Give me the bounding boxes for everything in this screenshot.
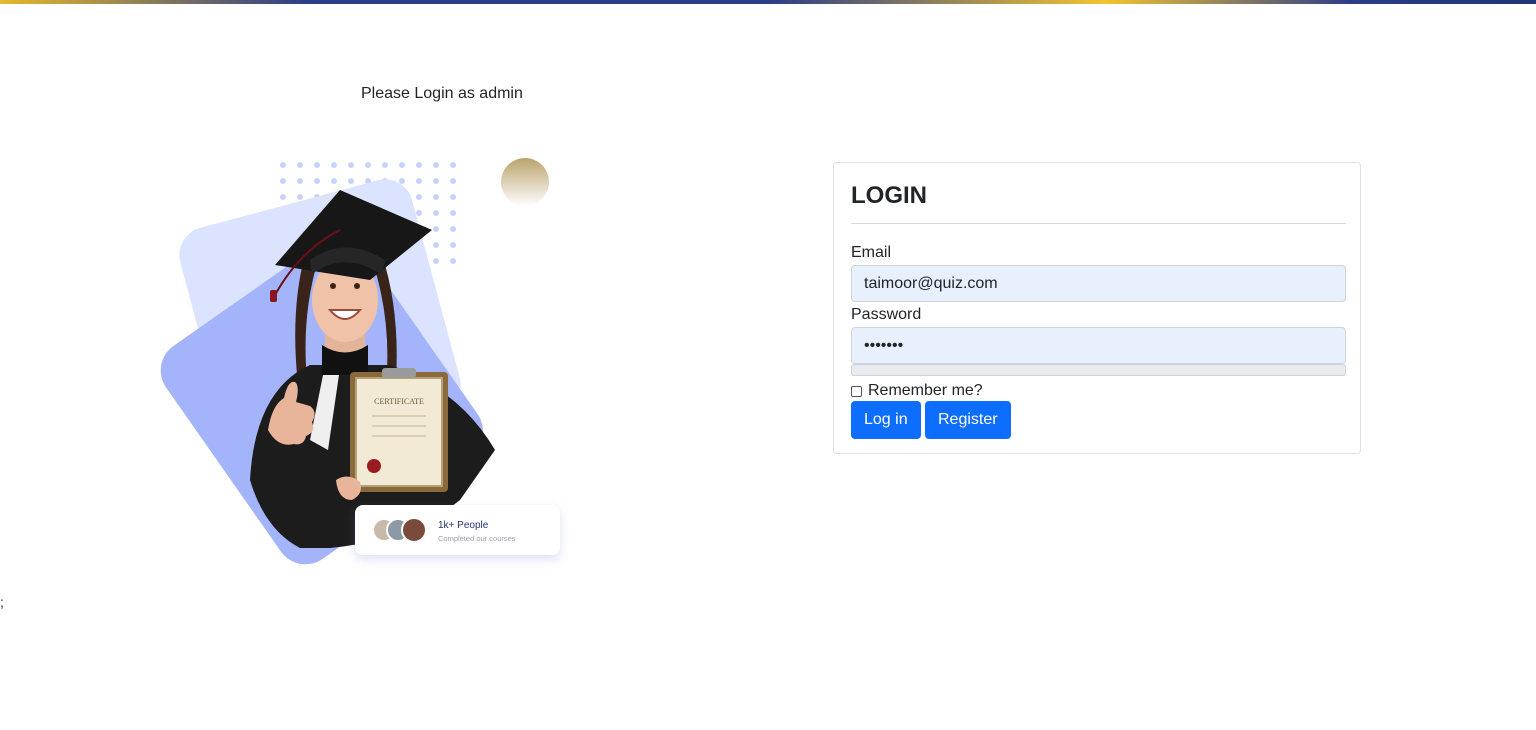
top-accent-bar — [0, 0, 1536, 4]
login-instruction: Please Login as admin — [361, 85, 523, 102]
graduate-illustration: CERTIFICATE 1k+ People Completed our cou… — [160, 158, 560, 565]
email-field[interactable] — [851, 265, 1346, 302]
password-strength-bar — [851, 364, 1346, 376]
remember-me-row[interactable]: Remember me? — [851, 381, 983, 401]
remember-me-checkbox[interactable] — [851, 385, 862, 397]
title-divider — [851, 223, 1346, 224]
stray-semicolon-text: ; — [0, 594, 4, 610]
login-title: LOGIN — [851, 182, 927, 209]
login-button[interactable]: Log in — [851, 401, 921, 439]
remember-me-label: Remember me? — [868, 382, 983, 399]
certificate-text: CERTIFICATE — [374, 397, 424, 406]
badge-title: 1k+ People — [438, 520, 489, 531]
register-button[interactable]: Register — [925, 401, 1011, 439]
gold-circle — [501, 158, 549, 206]
badge-subtitle: Completed our courses — [438, 534, 516, 543]
password-label: Password — [851, 306, 922, 323]
email-label: Email — [851, 244, 892, 261]
login-card: LOGIN Email Password Remember me? Log in… — [833, 162, 1361, 454]
password-field[interactable] — [851, 327, 1346, 364]
avatar-stack — [372, 517, 427, 543]
